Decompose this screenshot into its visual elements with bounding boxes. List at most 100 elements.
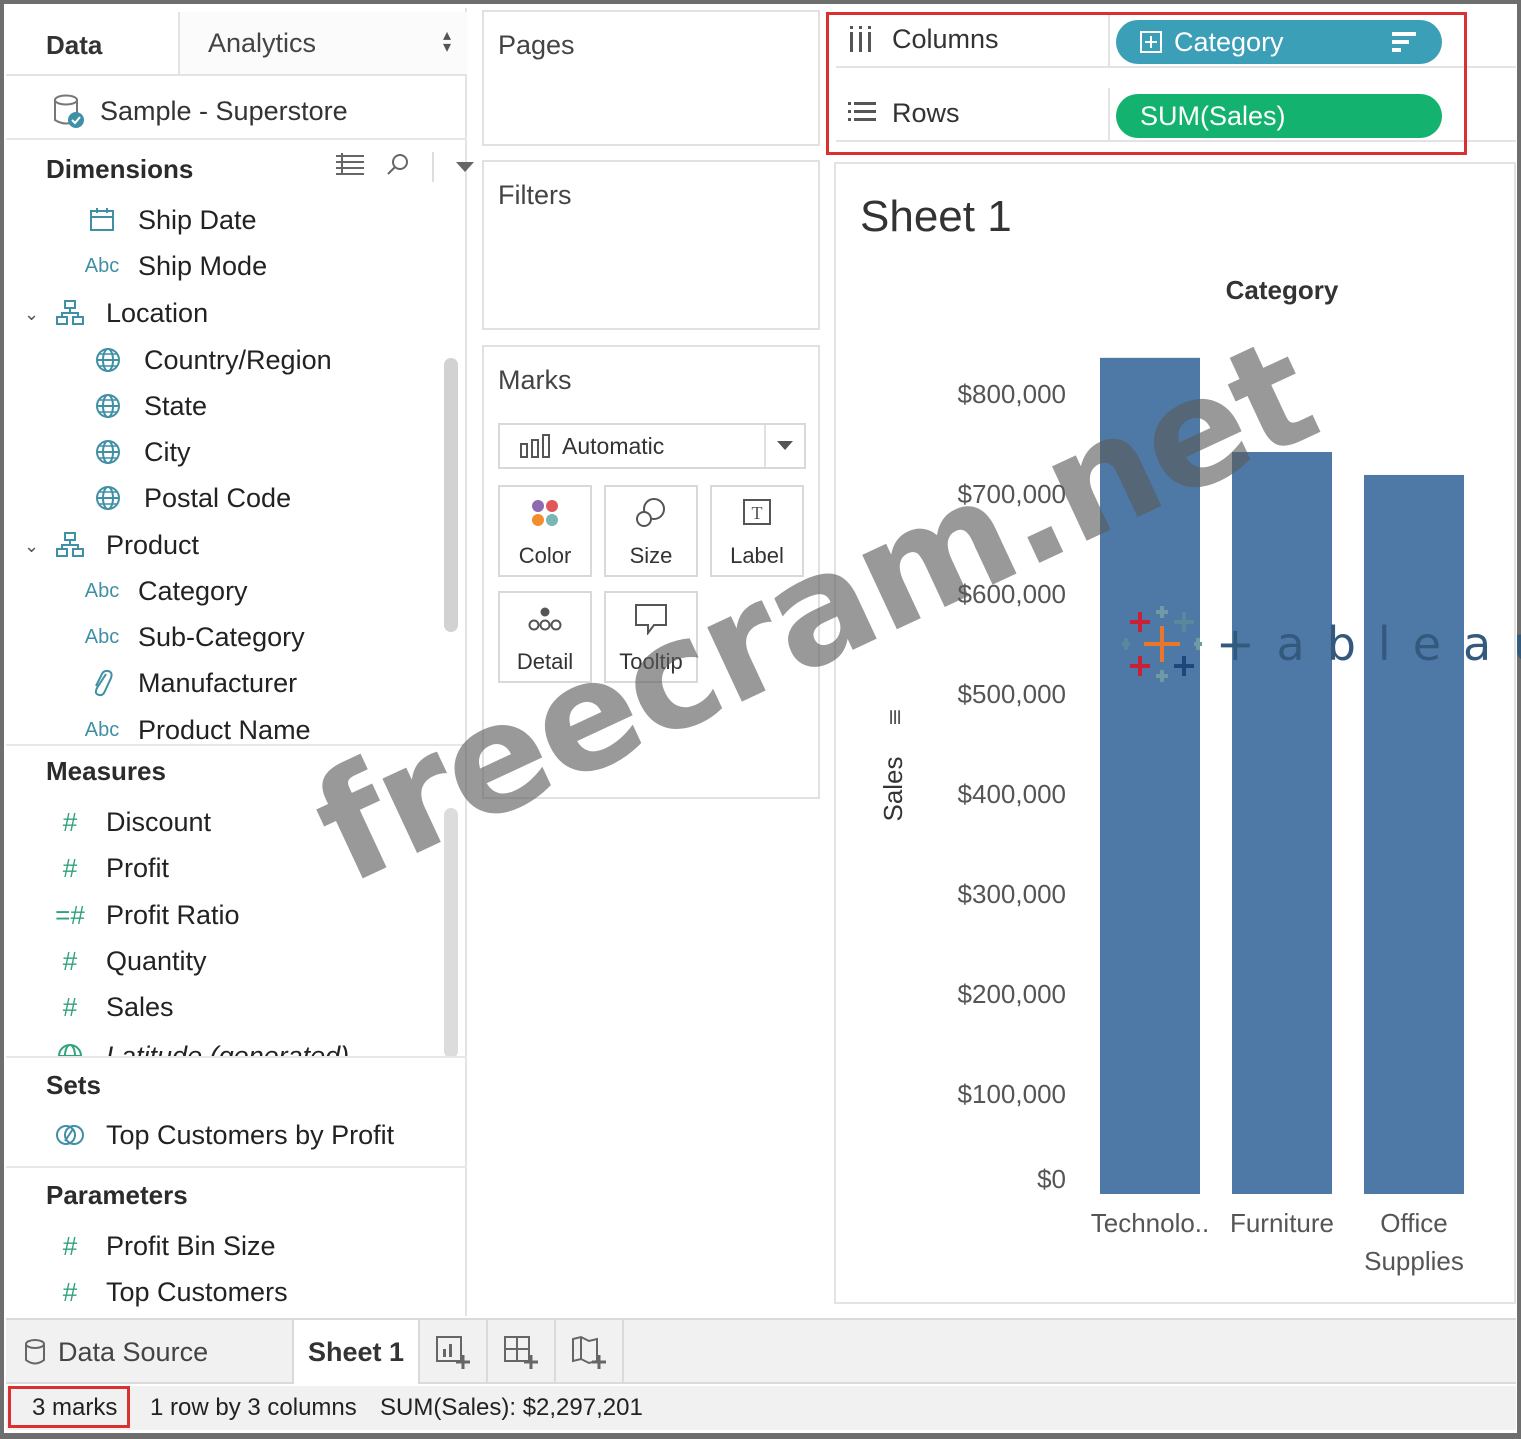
tooltip-button[interactable]: Tooltip — [604, 591, 698, 683]
y-tick-label: $300,000 — [958, 879, 1066, 909]
number-type-icon: # — [62, 806, 78, 837]
field-city[interactable]: City — [88, 432, 191, 472]
globe-icon — [88, 439, 128, 465]
globe-icon — [88, 485, 128, 511]
field-label: Profit Bin Size — [106, 1230, 276, 1261]
number-type-icon: # — [62, 1276, 78, 1307]
pages-card[interactable]: Pages — [482, 10, 820, 146]
field-label: Ship Date — [138, 204, 257, 235]
column-header: Category — [1226, 275, 1339, 305]
number-type-icon: # — [62, 852, 78, 883]
field-latitude-generated[interactable]: Latitude (generated) — [50, 1036, 349, 1056]
bar-chart[interactable]: Category Sales ≡ $0 $100,000 $200,000 $300,000… — [836, 164, 1518, 1306]
field-ship-date[interactable]: Ship Date — [82, 200, 257, 240]
chevron-down-icon[interactable]: ⌄ — [24, 536, 39, 557]
bar — [1100, 357, 1200, 1194]
mark-type-dropdown[interactable]: Automatic — [498, 423, 806, 469]
paperclip-icon — [82, 668, 122, 698]
y-tick-label: $500,000 — [958, 679, 1066, 709]
tab-sheet-1[interactable]: Sheet 1 — [292, 1320, 420, 1384]
field-top-customers-by-profit[interactable]: Top Customers by Profit — [50, 1115, 394, 1155]
size-icon — [606, 497, 696, 529]
field-profit-ratio[interactable]: =# Profit Ratio — [50, 895, 239, 935]
sheet-tab-label: Sheet 1 — [307, 1336, 405, 1367]
field-sales[interactable]: # Sales — [50, 987, 174, 1027]
field-label: City — [144, 436, 191, 467]
x-tick-label: Office — [1380, 1208, 1447, 1238]
measures-heading: Measures — [46, 756, 166, 786]
field-postal-code[interactable]: Postal Code — [88, 478, 291, 518]
field-latitude-clip: Latitude (generated) — [50, 1036, 450, 1056]
data-source-tab[interactable]: Data Source — [24, 1320, 208, 1384]
tab-data[interactable]: Data — [46, 30, 102, 61]
y-axis-title: Sales — [878, 756, 908, 821]
field-label: Profit — [106, 852, 170, 883]
bar-chart-icon — [520, 434, 550, 458]
filters-title: Filters — [498, 180, 572, 210]
y-tick-label: $800,000 — [958, 379, 1066, 409]
new-story-button[interactable] — [556, 1320, 624, 1384]
chevron-down-icon[interactable] — [456, 154, 474, 180]
search-icon[interactable] — [386, 152, 410, 182]
shelves-highlight — [826, 12, 1467, 155]
divider — [6, 1166, 467, 1168]
color-icon — [500, 497, 590, 529]
dimensions-scrollbar[interactable] — [444, 358, 458, 632]
chevron-down-icon[interactable]: ⌄ — [24, 304, 39, 325]
filters-card[interactable]: Filters — [482, 160, 820, 330]
field-top-customers[interactable]: # Top Customers — [50, 1272, 288, 1312]
new-worksheet-button[interactable] — [420, 1320, 488, 1384]
field-country-region[interactable]: Country/Region — [88, 340, 332, 380]
field-label: Category — [138, 575, 248, 606]
status-sum: SUM(Sales): $2,297,201 — [380, 1394, 643, 1421]
size-button[interactable]: Size — [604, 485, 698, 577]
calculated-number-icon: =# — [55, 899, 85, 930]
new-story-icon — [572, 1335, 606, 1369]
field-quantity[interactable]: # Quantity — [50, 941, 207, 981]
svg-text:T: T — [752, 503, 763, 523]
field-discount[interactable]: # Discount — [50, 802, 211, 842]
field-ship-mode[interactable]: Abc Ship Mode — [82, 246, 267, 286]
measures-scrollbar[interactable] — [444, 808, 458, 1058]
field-state[interactable]: State — [88, 386, 207, 426]
field-label: Location — [106, 297, 209, 328]
dimensions-heading: Dimensions — [46, 154, 194, 184]
list-view-icon[interactable] — [336, 153, 364, 181]
database-check-icon — [54, 94, 84, 128]
bar — [1232, 452, 1332, 1195]
color-button[interactable]: Color — [498, 485, 592, 577]
status-bar: 3 marks 1 row by 3 columns SUM(Sales): $… — [6, 1386, 1516, 1430]
field-label: Latitude (generated) — [106, 1040, 350, 1057]
field-product[interactable]: Product — [50, 525, 199, 565]
globe-icon — [50, 1043, 90, 1056]
tooltip-label: Tooltip — [619, 649, 683, 674]
tab-analytics-label: Analytics — [208, 28, 317, 58]
worksheet-view[interactable]: Sheet 1 Category Sales ≡ $0 $100,000 $200,000… — [834, 162, 1516, 1304]
sort-axis-icon: ≡ — [883, 708, 908, 726]
field-label: Ship Mode — [138, 250, 268, 281]
number-type-icon: # — [62, 1230, 78, 1261]
field-label: State — [144, 390, 208, 421]
field-label: Product Name — [138, 714, 311, 745]
datasource-item[interactable]: Sample - Superstore — [52, 86, 348, 136]
field-label: Sub-Category — [138, 621, 305, 652]
field-profit-bin-size[interactable]: # Profit Bin Size — [50, 1226, 276, 1266]
globe-icon — [88, 347, 128, 373]
x-tick-label: Furniture — [1230, 1208, 1334, 1238]
field-label: Postal Code — [144, 482, 292, 513]
tab-analytics[interactable]: Analytics ▴ ▾ — [178, 12, 467, 76]
field-location[interactable]: Location — [50, 293, 208, 333]
field-sub-category[interactable]: Abc Sub-Category — [82, 617, 305, 657]
label-button[interactable]: T Label — [710, 485, 804, 577]
database-icon — [25, 1339, 45, 1365]
globe-icon — [88, 393, 128, 419]
divider — [6, 138, 467, 140]
y-tick-label: $400,000 — [958, 779, 1066, 809]
detail-button[interactable]: Detail — [498, 591, 592, 683]
label-icon: T — [712, 497, 802, 529]
field-manufacturer[interactable]: Manufacturer — [82, 663, 297, 703]
new-dashboard-button[interactable] — [488, 1320, 556, 1384]
field-profit[interactable]: # Profit — [50, 848, 169, 888]
divider — [6, 1056, 467, 1058]
field-category[interactable]: Abc Category — [82, 571, 248, 611]
